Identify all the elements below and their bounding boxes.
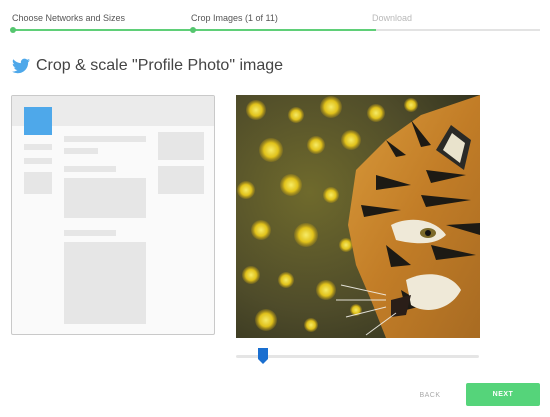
- zoom-slider-handle[interactable]: [258, 348, 268, 364]
- preview-line: [24, 144, 52, 150]
- progress-stepper: Choose Networks and Sizes Crop Images (1…: [0, 0, 550, 34]
- slider-handle-icon: [258, 348, 268, 364]
- preview-line: [64, 230, 116, 236]
- crop-image[interactable]: [236, 95, 480, 338]
- preview-block: [64, 178, 146, 218]
- zoom-slider-track[interactable]: [236, 355, 479, 358]
- step-dot-1: [10, 27, 16, 33]
- step-download: Download: [372, 13, 413, 23]
- preview-block: [64, 242, 146, 324]
- back-button[interactable]: BACK: [412, 388, 448, 402]
- preview-line: [64, 166, 116, 172]
- step-dot-2: [190, 27, 196, 33]
- page-heading: Crop & scale "Profile Photo" image: [12, 56, 283, 76]
- preview-line: [24, 158, 52, 164]
- preview-avatar-highlight: [24, 107, 52, 135]
- step-choose-networks[interactable]: Choose Networks and Sizes: [12, 13, 125, 23]
- preview-block: [24, 172, 52, 194]
- next-button[interactable]: NEXT: [466, 383, 540, 406]
- profile-layout-preview: [11, 95, 215, 335]
- tiger-photo: [236, 95, 480, 338]
- preview-side-block: [158, 166, 204, 194]
- preview-line: [64, 148, 98, 154]
- twitter-bird-icon: [12, 58, 30, 74]
- page-title: Crop & scale "Profile Photo" image: [36, 57, 284, 74]
- preview-line: [64, 136, 146, 142]
- preview-side-block: [158, 132, 204, 160]
- step-crop-images: Crop Images (1 of 11): [191, 13, 278, 23]
